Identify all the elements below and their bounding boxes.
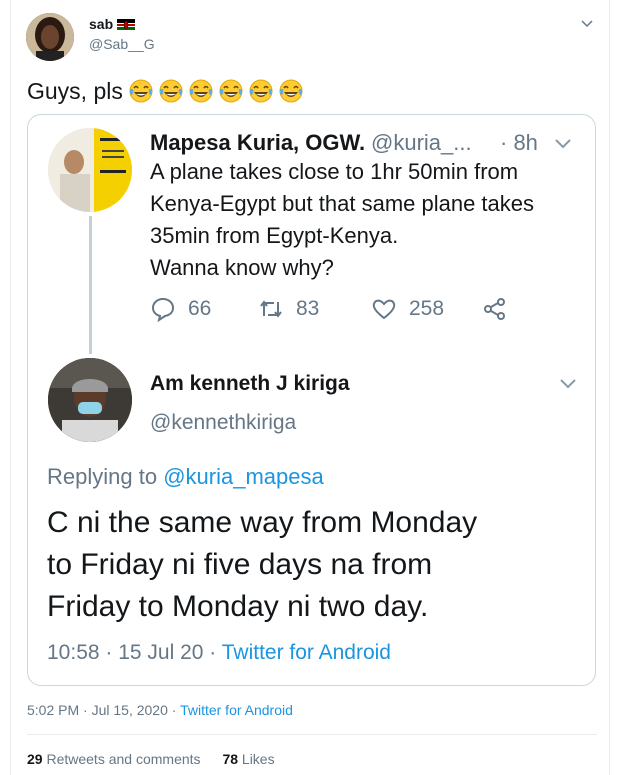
retweet-icon (258, 296, 284, 322)
thread-connector-line (89, 216, 92, 354)
face-with-tears-of-joy-icon (248, 78, 274, 104)
quoted-reply-name[interactable]: Am kenneth J kiriga (150, 372, 350, 396)
quoted-reply-timestamp[interactable]: 10:58 · 15 Jul 20 · (47, 641, 222, 664)
text-line: Kenya-Egypt but that same plane takes (150, 191, 535, 216)
quoted-reply-avatar[interactable] (48, 358, 132, 442)
face-with-tears-of-joy-icon (128, 78, 154, 104)
face-with-tears-of-joy-icon (158, 78, 184, 104)
quoted-parent-text: A plane takes close to 1hr 50min from Ke… (150, 156, 570, 284)
author-avatar[interactable] (26, 13, 74, 61)
tweet-source-link[interactable]: Twitter for Android (180, 702, 293, 718)
quoted-parent-time[interactable]: · 8h (500, 130, 538, 156)
author-name[interactable]: sab (89, 16, 113, 32)
retweets-stat[interactable]: 29 Retweets and comments (27, 751, 201, 767)
divider (27, 734, 597, 735)
emoji-row (128, 78, 304, 104)
text-line: to Friday ni five days na from (47, 548, 433, 581)
tweet-text: Guys, pls (27, 78, 123, 104)
retweet-count: 83 (296, 297, 320, 320)
quoted-parent-avatar[interactable] (48, 128, 132, 212)
heart-icon (371, 296, 397, 322)
face-with-tears-of-joy-icon (188, 78, 214, 104)
tweet-timestamp[interactable]: 5:02 PM · Jul 15, 2020 · (27, 702, 180, 718)
kenya-flag-icon (117, 18, 135, 30)
retweets-label: Retweets and comments (42, 751, 201, 767)
replying-to: Replying to @kuria_mapesa (47, 464, 324, 490)
replying-handle-link[interactable]: @kuria_mapesa (163, 464, 324, 489)
share-icon (482, 296, 508, 322)
like-count: 258 (409, 297, 445, 320)
quoted-parent-handle[interactable]: @kuria_... (371, 130, 472, 156)
tweet-stats: 29 Retweets and comments 78 Likes (27, 751, 293, 767)
chevron-down-icon[interactable] (558, 373, 578, 393)
retweet-button[interactable]: 83 (258, 295, 319, 323)
quoted-parent-name[interactable]: Mapesa Kuria, OGW. (150, 130, 365, 156)
share-button[interactable] (482, 295, 508, 323)
face-with-tears-of-joy-icon (278, 78, 304, 104)
text-line: Friday to Monday ni two day. (47, 590, 429, 623)
chevron-down-icon[interactable] (580, 16, 594, 30)
text-line: C ni the same way from Monday (47, 506, 478, 539)
chevron-down-icon[interactable] (553, 133, 573, 153)
quoted-reply-handle[interactable]: @kennethkiriga (150, 411, 296, 435)
quoted-reply-text: C ni the same way from Monday to Friday … (47, 502, 577, 628)
text-line: A plane takes close to 1hr 50min from (150, 159, 519, 184)
likes-stat[interactable]: 78 Likes (222, 751, 274, 767)
face-with-tears-of-joy-icon (218, 78, 244, 104)
like-button[interactable]: 258 (371, 295, 444, 323)
retweets-count: 29 (27, 751, 43, 767)
text-line: Wanna know why? (150, 255, 334, 280)
tweet-meta: 5:02 PM · Jul 15, 2020 · Twitter for And… (27, 702, 293, 718)
reply-icon (150, 296, 176, 323)
text-line: 35min from Egypt-Kenya. (150, 223, 399, 248)
likes-count: 78 (222, 751, 239, 767)
reply-button[interactable]: 66 (150, 295, 211, 323)
replying-prefix: Replying to (47, 464, 164, 489)
reply-count: 66 (188, 297, 212, 320)
quoted-reply-meta: 10:58 · 15 Jul 20 · Twitter for Android (47, 641, 391, 665)
likes-label: Likes (238, 751, 275, 767)
author-handle[interactable]: @Sab__G (89, 36, 155, 52)
quoted-reply-source-link[interactable]: Twitter for Android (222, 641, 391, 664)
